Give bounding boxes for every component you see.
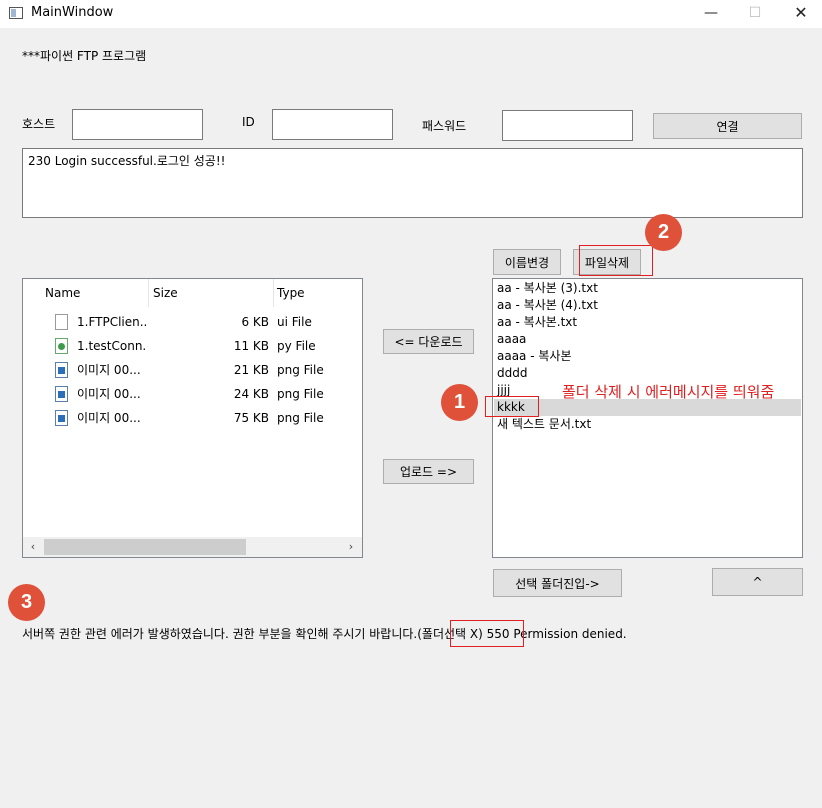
list-item[interactable]: aa - 복사본 (4).txt [497, 297, 598, 314]
local-file-view[interactable]: Name Size Type 1.FTPClien... 6 KB ui Fil… [22, 278, 363, 558]
file-name: 이미지 00... [77, 411, 141, 425]
program-label: ***파이썬 FTP 프로그램 [22, 49, 147, 63]
id-input[interactable] [272, 109, 393, 140]
file-size: 75 KB [233, 411, 269, 425]
window-title: MainWindow [31, 5, 114, 20]
file-size: 11 KB [233, 339, 269, 353]
enter-folder-button[interactable]: 선택 폴더진입-> [493, 569, 622, 597]
upload-button[interactable]: 업로드 => [383, 459, 474, 484]
file-size: 21 KB [233, 363, 269, 377]
scrollbar-thumb[interactable] [44, 539, 246, 555]
list-item[interactable]: aa - 복사본 (3).txt [497, 280, 598, 297]
file-row[interactable]: 이미지 00... 24 KB png File [23, 382, 362, 406]
file-row[interactable]: 1.FTPClien... 6 KB ui File [23, 310, 362, 334]
list-item[interactable]: aaaa - 복사본 [497, 348, 572, 365]
annotation-badge-1: 1 [441, 384, 478, 421]
log-output[interactable]: 230 Login successful.로그인 성공!! [22, 148, 803, 218]
download-button[interactable]: <= 다운로드 [383, 329, 474, 354]
python-file-icon [55, 338, 68, 354]
host-label: 호스트 [22, 117, 56, 131]
scroll-left-icon[interactable]: ‹ [25, 539, 41, 555]
file-row[interactable]: 이미지 00... 75 KB png File [23, 406, 362, 430]
connect-button[interactable]: 연결 [653, 113, 802, 139]
annotation-badge-2: 2 [645, 214, 682, 251]
list-item[interactable]: aa - 복사본.txt [497, 314, 577, 331]
close-button[interactable]: ✕ [778, 0, 822, 28]
app-window-icon [9, 7, 23, 19]
column-header-name[interactable]: Name [23, 279, 80, 307]
up-directory-button[interactable]: ^ [712, 568, 803, 596]
file-type: png File [277, 363, 324, 377]
annotation-box-kkkk [485, 396, 539, 417]
file-row[interactable]: 이미지 00... 21 KB png File [23, 358, 362, 382]
maximize-button[interactable]: ☐ [732, 0, 778, 28]
file-type: py File [277, 339, 316, 353]
annotation-box-status [450, 620, 524, 647]
status-message: 서버쪽 권한 관련 에러가 발생하였습니다. 권한 부분을 확인해 주시기 바랍… [22, 627, 627, 641]
host-input[interactable] [72, 109, 203, 140]
horizontal-scrollbar[interactable]: ‹ › [23, 537, 362, 557]
list-item[interactable]: 새 텍스트 문서.txt [497, 416, 591, 433]
file-name: 이미지 00... [77, 387, 141, 401]
file-size: 6 KB [241, 315, 269, 329]
file-name: 1.testConn... [77, 339, 147, 353]
list-item[interactable]: aaaa [497, 331, 526, 348]
rename-button[interactable]: 이름변경 [493, 249, 561, 275]
file-name: 이미지 00... [77, 363, 141, 377]
annotation-note: 폴더 삭제 시 에러메시지를 띄워줌 [562, 383, 775, 401]
image-file-icon [55, 362, 68, 378]
column-header-size[interactable]: Size [131, 279, 178, 307]
file-size: 24 KB [233, 387, 269, 401]
file-row[interactable]: 1.testConn... 11 KB py File [23, 334, 362, 358]
file-icon [55, 314, 68, 330]
scroll-right-icon[interactable]: › [343, 539, 359, 555]
password-label: 패스워드 [422, 119, 467, 133]
annotation-box-delete [579, 245, 653, 276]
log-text: 230 Login successful.로그인 성공!! [28, 154, 226, 168]
column-header-type[interactable]: Type [255, 279, 305, 307]
file-type: png File [277, 387, 324, 401]
minimize-button[interactable]: — [688, 0, 734, 28]
list-item[interactable]: dddd [497, 365, 527, 382]
file-name: 1.FTPClien... [77, 315, 147, 329]
title-bar: MainWindow — ☐ ✕ [0, 0, 822, 28]
image-file-icon [55, 386, 68, 402]
image-file-icon [55, 410, 68, 426]
password-input[interactable] [502, 110, 633, 141]
remote-file-list[interactable]: aa - 복사본 (3).txt aa - 복사본 (4).txt aa - 복… [492, 278, 803, 558]
file-type: png File [277, 411, 324, 425]
id-label: ID [242, 115, 255, 129]
file-type: ui File [277, 315, 312, 329]
annotation-badge-3: 3 [8, 584, 45, 621]
